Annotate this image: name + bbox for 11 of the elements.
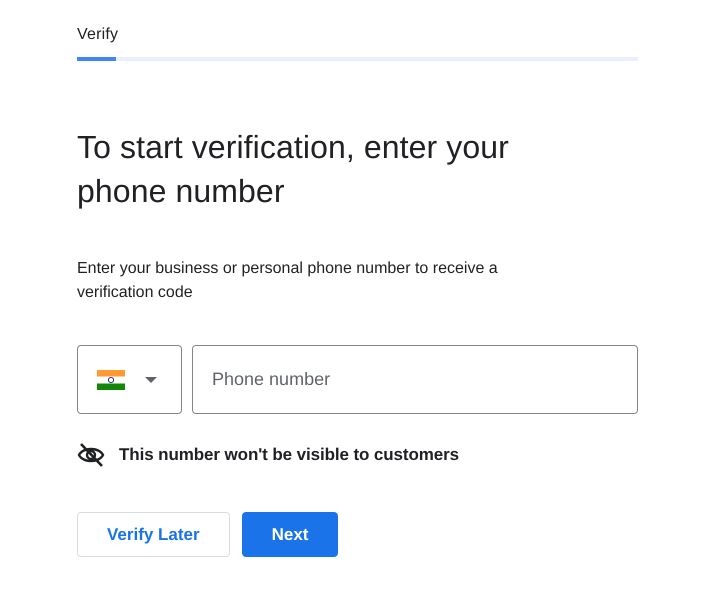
heading: To start verification, enter your phone number bbox=[77, 128, 510, 211]
country-picker[interactable] bbox=[77, 345, 182, 414]
eye-crossed-icon bbox=[77, 442, 105, 468]
description: Enter your business or personal phone number to receive a verification code bbox=[77, 259, 499, 303]
next-button[interactable]: Next bbox=[242, 512, 338, 557]
india-flag-icon bbox=[97, 370, 125, 390]
verify-later-button[interactable]: Verify Later bbox=[77, 512, 230, 557]
phone-number-field[interactable]: Phone number bbox=[192, 345, 638, 414]
privacy-notice: This number won't be visible to customers bbox=[119, 445, 460, 465]
page-title: Verify bbox=[77, 26, 120, 45]
dropdown-caret-icon bbox=[145, 376, 157, 382]
